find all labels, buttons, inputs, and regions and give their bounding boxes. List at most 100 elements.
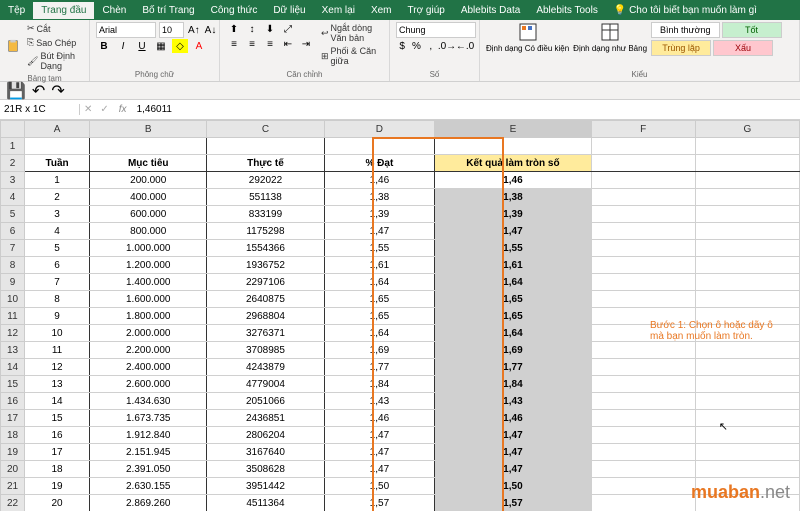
cell[interactable]: 3951442	[207, 478, 324, 495]
cell[interactable]: 3	[25, 206, 90, 223]
cell[interactable]	[591, 274, 695, 291]
indent-inc-icon[interactable]: ⇥	[298, 37, 314, 51]
row-header[interactable]: 16	[1, 393, 25, 410]
currency-icon[interactable]: $	[396, 39, 408, 53]
cell[interactable]: 3276371	[207, 325, 324, 342]
cell[interactable]: 1,64	[324, 325, 435, 342]
cell[interactable]: 1	[25, 172, 90, 189]
cell[interactable]	[90, 138, 207, 155]
cell[interactable]	[695, 461, 799, 478]
tab-ablebits-data[interactable]: Ablebits Data	[453, 2, 528, 19]
row-header[interactable]: 17	[1, 410, 25, 427]
cell[interactable]: 1,65	[435, 308, 591, 325]
tab-review[interactable]: Xem lại	[314, 2, 363, 19]
cell[interactable]	[591, 393, 695, 410]
cell[interactable]	[695, 427, 799, 444]
format-table-button[interactable]: Định dạng như Bảng	[573, 22, 647, 53]
cell[interactable]: 1,65	[324, 291, 435, 308]
cell[interactable]: 1,47	[324, 461, 435, 478]
row-header[interactable]: 20	[1, 461, 25, 478]
cell[interactable]: 1,55	[435, 240, 591, 257]
cell[interactable]: 1.600.000	[90, 291, 207, 308]
cell[interactable]	[695, 138, 799, 155]
font-color-button[interactable]: A	[191, 39, 207, 53]
cell[interactable]: 14	[25, 393, 90, 410]
cell[interactable]: 2640875	[207, 291, 324, 308]
cell[interactable]: 1,39	[324, 206, 435, 223]
cell[interactable]	[695, 410, 799, 427]
cell[interactable]: 1,38	[435, 189, 591, 206]
cell[interactable]	[591, 444, 695, 461]
cell[interactable]: 17	[25, 444, 90, 461]
cell[interactable]: 1,50	[435, 478, 591, 495]
cell[interactable]: 200.000	[90, 172, 207, 189]
cell[interactable]	[695, 189, 799, 206]
cell[interactable]: 1,47	[324, 427, 435, 444]
cell[interactable]: 1,47	[435, 223, 591, 240]
cell[interactable]: 800.000	[90, 223, 207, 240]
align-center-icon[interactable]: ≡	[244, 37, 260, 51]
cell[interactable]	[591, 342, 695, 359]
row-header[interactable]: 14	[1, 359, 25, 376]
cell[interactable]: 1,46	[324, 172, 435, 189]
cell[interactable]: 3708985	[207, 342, 324, 359]
cell[interactable]	[591, 206, 695, 223]
increase-decimal-icon[interactable]: .0→	[439, 39, 455, 53]
cell[interactable]: 2806204	[207, 427, 324, 444]
cell[interactable]	[695, 172, 799, 189]
cell[interactable]: 2297106	[207, 274, 324, 291]
tab-home[interactable]: Trang đầu	[33, 2, 94, 19]
cell[interactable]	[695, 257, 799, 274]
cell[interactable]: 1,46	[324, 410, 435, 427]
align-middle-icon[interactable]: ↕	[244, 22, 260, 36]
indent-dec-icon[interactable]: ⇤	[280, 37, 296, 51]
cell[interactable]: 8	[25, 291, 90, 308]
cell[interactable]: 833199	[207, 206, 324, 223]
cell[interactable]: 3167640	[207, 444, 324, 461]
cell[interactable]: 1,47	[435, 427, 591, 444]
row-header[interactable]: 21	[1, 478, 25, 495]
col-header-D[interactable]: D	[324, 121, 435, 138]
fx-icon[interactable]: fx	[113, 104, 133, 115]
col-header-C[interactable]: C	[207, 121, 324, 138]
cell[interactable]: 10	[25, 325, 90, 342]
underline-button[interactable]: U	[134, 39, 150, 53]
decrease-font-icon[interactable]: A↓	[204, 23, 218, 37]
cell[interactable]	[591, 223, 695, 240]
cell[interactable]: 1.200.000	[90, 257, 207, 274]
cell[interactable]: 1.000.000	[90, 240, 207, 257]
cell[interactable]: 1,46	[435, 410, 591, 427]
cell[interactable]: 1,47	[435, 444, 591, 461]
cell[interactable]	[695, 444, 799, 461]
row-header[interactable]: 7	[1, 240, 25, 257]
col-header-G[interactable]: G	[695, 121, 799, 138]
tell-me[interactable]: 💡 Cho tôi biết bạn muốn làm gì	[606, 2, 765, 19]
cell[interactable]: 1,47	[435, 461, 591, 478]
row-header[interactable]: 15	[1, 376, 25, 393]
italic-button[interactable]: I	[115, 39, 131, 53]
cell[interactable]: 1.912.840	[90, 427, 207, 444]
tab-formulas[interactable]: Công thức	[203, 2, 266, 19]
cell[interactable]: 1,65	[435, 291, 591, 308]
orientation-icon[interactable]: ⤢	[280, 22, 296, 36]
cell[interactable]	[695, 206, 799, 223]
cell[interactable]	[591, 155, 695, 172]
cell[interactable]: 2051066	[207, 393, 324, 410]
cell[interactable]: 20	[25, 495, 90, 511]
cell[interactable]: 5	[25, 240, 90, 257]
number-format-select[interactable]	[396, 22, 476, 38]
row-header[interactable]: 9	[1, 274, 25, 291]
cell[interactable]	[591, 376, 695, 393]
font-name-select[interactable]	[96, 22, 156, 38]
style-bad[interactable]: Xấu	[713, 40, 773, 56]
tab-layout[interactable]: Bố trí Trang	[134, 2, 202, 19]
cell[interactable]: 2.600.000	[90, 376, 207, 393]
cell[interactable]: 1,61	[435, 257, 591, 274]
cell[interactable]: % Đạt	[324, 155, 435, 172]
cell[interactable]	[591, 189, 695, 206]
cell[interactable]: 6	[25, 257, 90, 274]
cell[interactable]: 1,69	[324, 342, 435, 359]
cell[interactable]: 1,57	[435, 495, 591, 511]
cell[interactable]: 292022	[207, 172, 324, 189]
cell[interactable]: 1,47	[324, 223, 435, 240]
